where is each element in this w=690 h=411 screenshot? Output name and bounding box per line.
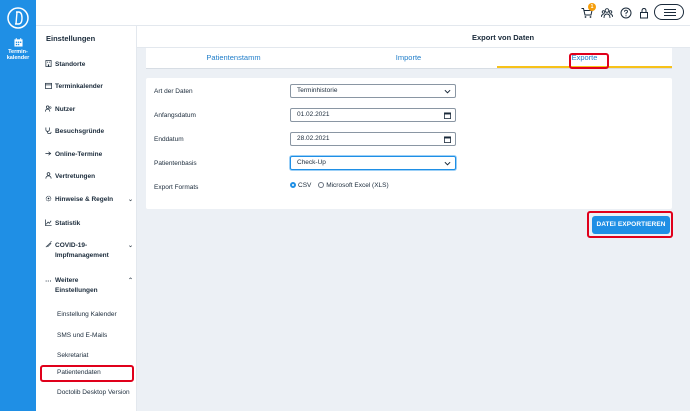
end-date-input[interactable]: 28.02.2021 [290, 132, 456, 146]
sidebar-sub-desktop-version[interactable]: Doctolib Desktop Version [57, 388, 130, 398]
chevron-down-icon [444, 161, 451, 166]
help-icon[interactable] [620, 7, 632, 19]
chevron-down-icon: ⌄ [127, 197, 133, 203]
calendar-icon[interactable] [444, 136, 451, 143]
menu-icon [664, 9, 676, 10]
sidebar-sub-sms-emails[interactable]: SMS und E-Mails [57, 331, 107, 341]
highlight-patientendaten [40, 365, 134, 382]
users-icon [45, 105, 52, 112]
lock-icon[interactable] [638, 7, 650, 19]
sidebar-item-hinweise-regeln[interactable]: Hinweise & Regeln ⌄ [45, 195, 133, 205]
chevron-up-icon: ⌃ [127, 278, 133, 284]
calendar-icon [45, 82, 52, 89]
app-rail: Termin- kalender [0, 0, 36, 411]
calendar-icon [13, 38, 23, 47]
sidebar-item-standorte[interactable]: Standorte [45, 60, 133, 70]
basis-select[interactable]: Check-Up [290, 156, 456, 170]
sidebar-item-label: Standorte [55, 61, 86, 68]
sidebar-item-label: Online-Termine [55, 151, 103, 158]
type-select[interactable]: Terminhistorie [290, 84, 456, 98]
end-date-value: 28.02.2021 [297, 135, 330, 142]
tab-patientenstamm[interactable]: Patientenstamm [146, 48, 321, 68]
highlight-export-button [587, 211, 673, 238]
chevron-down-icon: ⌄ [127, 243, 133, 249]
more-icon: ··· [45, 278, 52, 285]
sidebar-sub-einstellung-kalender[interactable]: Einstellung Kalender [57, 310, 117, 320]
syringe-icon [45, 241, 52, 248]
start-date-value: 01.02.2021 [297, 111, 330, 118]
stethoscope-icon [45, 127, 52, 134]
sidebar-item-label: Statistik [55, 220, 81, 227]
radio-checked[interactable] [290, 182, 296, 188]
sidebar-item-statistik[interactable]: Statistik [45, 219, 133, 229]
format-csv-label: CSV [298, 182, 312, 189]
sidebar-title: Einstellungen [46, 34, 96, 43]
sidebar-item-terminkalender[interactable]: Terminkalender [45, 82, 133, 92]
format-radio-group: CSV Microsoft Excel (XLS) [290, 182, 394, 189]
sidebar-item-label: Nutzer [55, 106, 76, 113]
start-date-label: Anfangsdatum [154, 112, 196, 119]
basis-value: Check-Up [297, 159, 326, 166]
chevron-down-icon [444, 89, 451, 94]
gear-icon [45, 195, 52, 202]
cart-badge: 1 [588, 3, 596, 11]
settings-sidebar: Einstellungen Standorte Terminkalender N… [36, 26, 137, 411]
format-csv-option[interactable]: CSV [290, 182, 311, 189]
type-value: Terminhistorie [297, 87, 338, 94]
formats-label: Export Formats [154, 184, 199, 191]
sidebar-item-vertretungen[interactable]: Vertretungen [45, 172, 133, 182]
sidebar-item-label: Vertretungen [55, 173, 96, 180]
sidebar-item-label: Hinweise & Regeln [55, 196, 114, 203]
tab-importe[interactable]: Importe [321, 48, 496, 68]
main-header: Export von Daten [137, 26, 690, 48]
sidebar-item-weitere-einstellungen[interactable]: ··· Weitere ⌃ Einstellungen [45, 276, 133, 296]
nav-calendar-label-2: kalender [6, 55, 30, 61]
radio-unchecked[interactable] [318, 182, 325, 188]
sidebar-item-label: COVID-19- [55, 242, 88, 249]
format-xls-label: Microsoft Excel (XLS) [326, 182, 389, 189]
sidebar-item-nutzer[interactable]: Nutzer [45, 105, 133, 115]
sidebar-item-label-2: Einstellungen [55, 287, 98, 294]
main-content: Export von Daten Patientenstamm Importe … [137, 26, 690, 411]
online-icon [45, 151, 52, 156]
sidebar-item-covid[interactable]: COVID-19- ⌄ Impfmanagement [45, 241, 133, 261]
chart-icon [45, 219, 52, 226]
sidebar-item-besuchsgruende[interactable]: Besuchsgründe [45, 127, 133, 137]
menu-button[interactable] [654, 4, 684, 20]
sidebar-item-label: Terminkalender [55, 83, 103, 90]
type-label: Art der Daten [154, 88, 193, 95]
sidebar-item-label-2: Impfmanagement [55, 252, 109, 259]
basis-label: Patientenbasis [154, 160, 197, 167]
export-form-card: Art der Daten Terminhistorie Anfangsdatu… [146, 78, 672, 209]
sidebar-item-label: Besuchsgründe [55, 128, 105, 135]
doctolib-logo[interactable] [6, 6, 30, 30]
building-icon [45, 60, 52, 67]
page-title: Export von Daten [472, 33, 535, 42]
team-icon[interactable] [601, 7, 613, 19]
highlight-exporte-tab [569, 53, 609, 69]
end-date-label: Enddatum [154, 136, 184, 143]
sidebar-item-online-termine[interactable]: Online-Termine [45, 150, 133, 160]
sidebar-sub-sekretariat[interactable]: Sekretariat [57, 351, 88, 361]
start-date-input[interactable]: 01.02.2021 [290, 108, 456, 122]
calendar-icon[interactable] [444, 112, 451, 119]
person-icon [45, 172, 52, 179]
sidebar-item-label: Weitere [55, 277, 79, 284]
format-xls-option[interactable]: Microsoft Excel (XLS) [318, 182, 389, 189]
nav-calendar[interactable]: Termin- kalender [0, 38, 36, 61]
